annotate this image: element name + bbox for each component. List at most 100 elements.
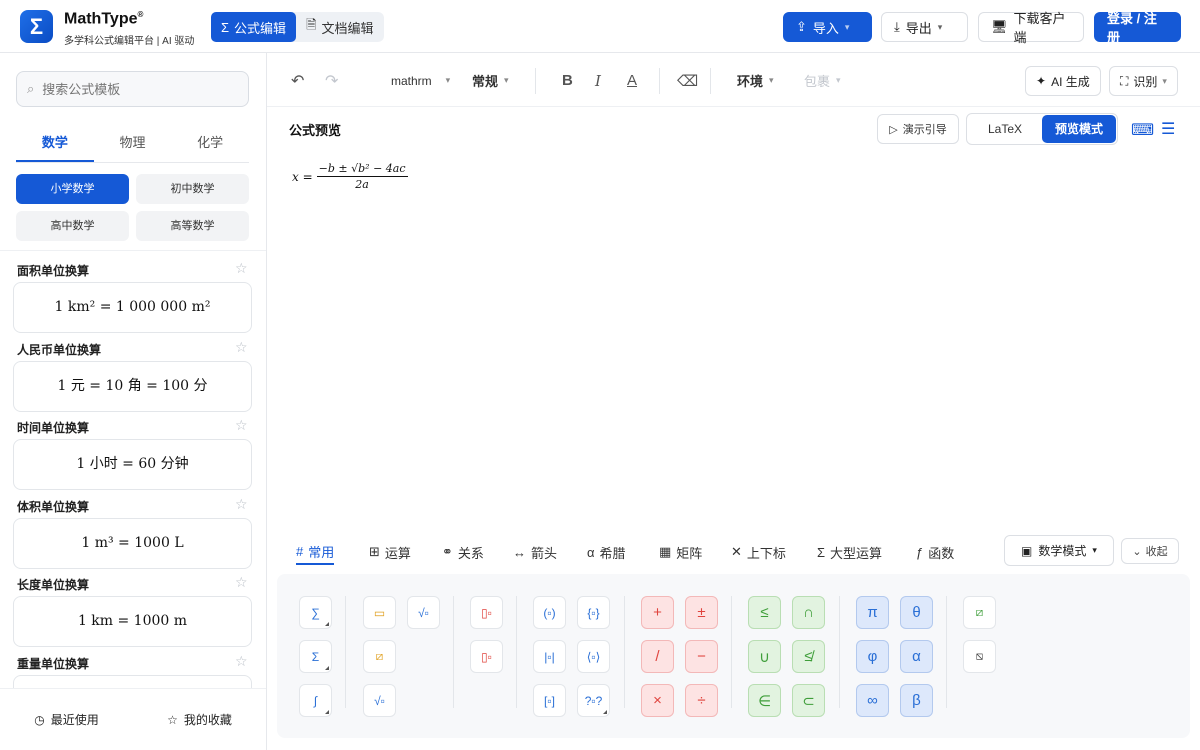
text-color-icon[interactable]: A <box>627 54 637 107</box>
theta-button[interactable]: θ <box>900 596 933 629</box>
custom-brackets-template[interactable]: ?▫? <box>577 684 610 717</box>
chevron-down-icon: ▾ <box>504 75 509 85</box>
star-icon[interactable]: ☆ <box>235 496 248 513</box>
braces-template[interactable]: {▫} <box>577 596 610 629</box>
integral-template[interactable]: ∫ <box>299 684 332 717</box>
tab-document-edit[interactable]: 🗎 文档编辑 <box>296 12 383 42</box>
tab-formula-edit[interactable]: Σ 公式编辑 <box>211 12 297 42</box>
undo-icon[interactable]: ↶ <box>291 54 304 107</box>
tab-chemistry[interactable]: 化学 <box>171 125 249 162</box>
tab-physics[interactable]: 物理 <box>94 125 172 162</box>
math-mode-select[interactable]: ▣ 数学模式 ▾ <box>1004 535 1114 566</box>
times-icon: ✕ <box>731 544 742 559</box>
tab-scripts[interactable]: ✕ 上下标 <box>731 539 786 565</box>
angle-brackets-template[interactable]: ⟨▫⟩ <box>577 640 610 673</box>
alpha-button[interactable]: α <box>900 640 933 673</box>
favorites-button[interactable]: ☆ 我的收藏 <box>133 689 266 750</box>
menu-icon[interactable]: ☰ <box>1161 119 1175 139</box>
tab-matrix[interactable]: ▦ 矩阵 <box>659 539 702 565</box>
star-icon[interactable]: ☆ <box>235 653 248 670</box>
divider <box>516 596 517 708</box>
tab-greek[interactable]: α 希腊 <box>587 539 626 565</box>
style-select[interactable]: 常规 ▾ <box>472 54 509 107</box>
element-of-button[interactable]: ∈ <box>748 684 781 717</box>
not-leq-button[interactable]: ≰ <box>792 640 825 673</box>
divide-button[interactable]: ÷ <box>685 684 718 717</box>
import-button[interactable]: ⇪ 导入 ▾ <box>783 12 872 42</box>
preview-mode-button[interactable]: 预览模式 <box>1042 115 1116 143</box>
plus-minus-button[interactable]: ± <box>685 596 718 629</box>
beta-button[interactable]: β <box>900 684 933 717</box>
brand-subtitle: 多学科公式编辑平台 | AI 驱动 <box>64 36 195 47</box>
subscript-template[interactable]: ▯▫ <box>470 640 503 673</box>
collapse-button[interactable]: ⌄ 收起 <box>1121 538 1179 564</box>
wrap-select[interactable]: 包裹 ▾ <box>804 54 841 107</box>
eraser-icon[interactable]: ⌫ <box>677 54 698 107</box>
grade-advanced[interactable]: 高等数学 <box>136 211 249 241</box>
keyboard-icon[interactable]: ⌨ <box>1131 120 1154 140</box>
tab-arrows[interactable]: ↔ 箭头 <box>513 539 557 565</box>
slash-button[interactable]: / <box>641 640 674 673</box>
tab-functions[interactable]: ƒ 函数 <box>916 539 954 565</box>
minus-button[interactable]: − <box>685 640 718 673</box>
template-search[interactable]: ⌕ <box>16 71 249 107</box>
download-client-button[interactable]: 🖥 下载客户端 <box>978 11 1084 45</box>
plus-button[interactable]: + <box>641 596 674 629</box>
pi-button[interactable]: π <box>856 596 889 629</box>
recognize-button[interactable]: ⛶ 识别 ▾ <box>1109 66 1178 96</box>
cancel-template[interactable]: ⧅ <box>963 640 996 673</box>
template-formula-card[interactable]: 1 km = 1000 m <box>13 596 252 647</box>
sum-template[interactable]: Σ <box>299 640 332 673</box>
subset-button[interactable]: ⊂ <box>792 684 825 717</box>
star-icon[interactable]: ☆ <box>235 574 248 591</box>
tab-relations[interactable]: ⚭ 关系 <box>442 539 484 565</box>
login-button[interactable]: 登录 / 注册 <box>1094 11 1181 45</box>
parentheses-template[interactable]: (▫) <box>533 596 566 629</box>
grade-senior[interactable]: 高中数学 <box>16 211 129 241</box>
tab-operations[interactable]: ⊞ 运算 <box>369 539 411 565</box>
tab-large-operators[interactable]: Σ 大型运算 <box>817 539 882 565</box>
template-formula-card[interactable]: 1 元 = 10 角 = 100 分 <box>13 360 252 412</box>
grade-junior[interactable]: 初中数学 <box>136 174 249 204</box>
phi-button[interactable]: φ <box>856 640 889 673</box>
tab-common[interactable]: # 常用 <box>296 539 335 565</box>
template-formula-card[interactable] <box>13 674 252 688</box>
template-formula-card[interactable]: 1 km² = 1 000 000 m² <box>13 282 252 333</box>
font-select[interactable]: mathrm ▾ <box>391 54 450 107</box>
intersection-button[interactable]: ∩ <box>792 596 825 629</box>
star-icon[interactable]: ☆ <box>235 417 248 434</box>
latex-mode-button[interactable]: LaTeX <box>968 115 1042 143</box>
square-brackets-template[interactable]: [▫] <box>533 684 566 717</box>
sqrt-template[interactable]: √▫ <box>363 684 396 717</box>
infinity-button[interactable]: ∞ <box>856 684 889 717</box>
star-icon[interactable]: ☆ <box>235 260 248 277</box>
cancel-green-template[interactable]: ⧄ <box>963 596 996 629</box>
root-template[interactable]: √▫ <box>407 596 440 629</box>
divider <box>624 596 625 708</box>
slash-fraction-template[interactable]: ⧄ <box>363 640 396 673</box>
times-button[interactable]: × <box>641 684 674 717</box>
bold-icon[interactable]: B <box>562 54 573 107</box>
leq-button[interactable]: ≤ <box>748 596 781 629</box>
formula-preview[interactable]: x = −b ± √b² − 4ac 2a <box>292 162 408 191</box>
environment-select[interactable]: 环境 ▾ <box>737 54 774 107</box>
abs-template[interactable]: |▫| <box>533 640 566 673</box>
tab-math[interactable]: 数学 <box>16 125 94 162</box>
search-input[interactable] <box>42 81 223 97</box>
star-icon[interactable]: ☆ <box>235 339 248 356</box>
template-formula-card[interactable]: 1 小时 = 60 分钟 <box>13 439 252 490</box>
italic-icon[interactable]: I <box>595 54 601 107</box>
demo-guide-button[interactable]: ▷ 演示引导 <box>877 114 959 144</box>
sum-limits-template[interactable]: ∑ <box>299 596 332 629</box>
superscript-template[interactable]: ▯▫ <box>470 596 503 629</box>
export-button[interactable]: ⤓ 导出 ▾ <box>881 12 968 42</box>
redo-icon[interactable]: ↷ <box>325 54 338 107</box>
fraction-template[interactable]: ▭ <box>363 596 396 629</box>
arrow-icon: ↔ <box>513 544 526 560</box>
union-button[interactable]: ∪ <box>748 640 781 673</box>
grade-primary[interactable]: 小学数学 <box>16 174 129 204</box>
recent-button[interactable]: ◷ 最近使用 <box>0 689 133 750</box>
template-formula-card[interactable]: 1 m³ = 1000 L <box>13 517 252 569</box>
ai-generate-button[interactable]: ✦ AI 生成 <box>1025 66 1101 96</box>
sparkle-icon: ✦ <box>1036 74 1047 88</box>
